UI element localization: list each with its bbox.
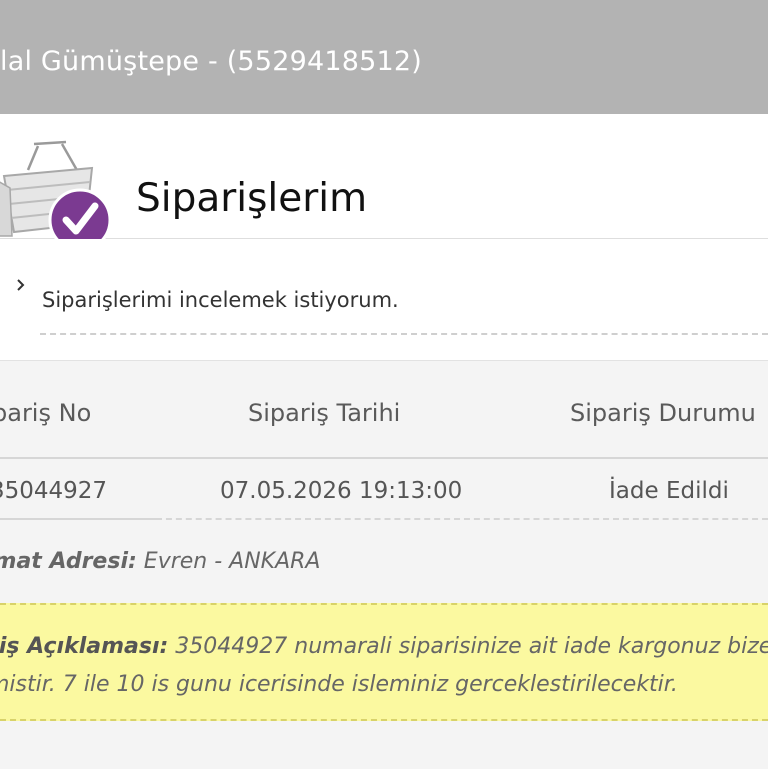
divider — [40, 333, 768, 335]
column-header-order-status: Sipariş Durumu — [570, 399, 756, 427]
column-header-order-no: pariş No — [0, 399, 92, 427]
delivery-address-value: Evren - ANKARA — [143, 549, 321, 574]
page-title-row: Siparişlerim — [0, 114, 768, 240]
delivery-address-label: imat Adresi: — [0, 549, 137, 574]
page-title: Siparişlerim — [136, 176, 368, 221]
order-number: 35044927 — [0, 478, 108, 504]
divider — [0, 518, 156, 520]
order-note-text-2: mistir. 7 ile 10 is gunu icerisinde isle… — [0, 672, 678, 697]
order-intro-link[interactable]: Siparişlerimi incelemek istiyorum. — [0, 239, 768, 360]
column-header-order-date: Sipariş Tarihi — [248, 399, 401, 427]
order-note-line-2: mistir. 7 ile 10 is gunu icerisinde isle… — [0, 669, 678, 701]
order-date: 07.05.2026 19:13:00 — [220, 478, 463, 504]
order-details: pariş No Sipariş Tarihi Sipariş Durumu 3… — [0, 360, 768, 769]
divider — [0, 457, 768, 459]
top-bar: lal Gümüştepe - (5529418512) — [0, 0, 768, 114]
customer-name-phone: lal Gümüştepe - (5529418512) — [0, 46, 422, 77]
order-note-text-1: 35044927 numarali siparisinize ait iade … — [175, 634, 768, 659]
order-status: İade Edildi — [609, 478, 729, 504]
intro-text: Siparişlerimi incelemek istiyorum. — [42, 288, 399, 312]
shopping-basket-check-icon — [0, 136, 118, 240]
delivery-address: imat Adresi: Evren - ANKARA — [0, 546, 320, 578]
order-note: riş Açıklaması: 35044927 numarali sipari… — [0, 603, 768, 721]
divider — [156, 518, 768, 520]
order-note-label: riş Açıklaması: — [0, 634, 169, 659]
chevron-right-icon — [14, 277, 28, 293]
order-note-line-1: riş Açıklaması: 35044927 numarali sipari… — [0, 631, 768, 663]
